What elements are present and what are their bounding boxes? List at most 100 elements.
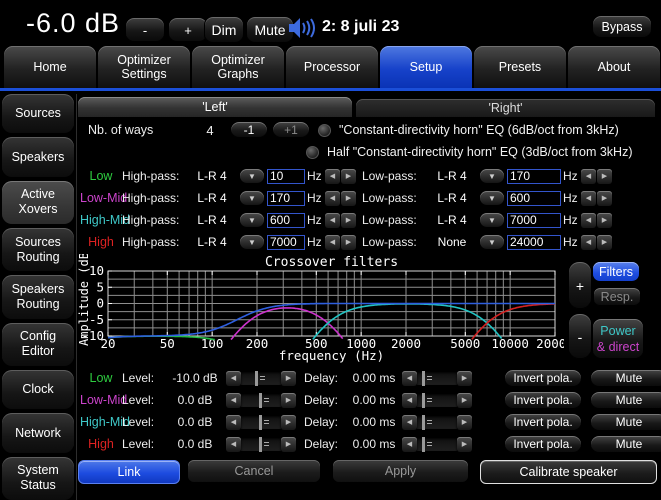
sidebar-item-speakers-routing[interactable]: Speakers Routing — [2, 275, 74, 318]
delay-slider-handle[interactable] — [422, 437, 425, 452]
volume-up-button[interactable]: + — [168, 17, 208, 43]
level-slider-handle[interactable] — [259, 415, 262, 430]
tab-about[interactable]: About — [568, 46, 660, 88]
delay-slider-up-button[interactable]: ▶ — [457, 415, 472, 430]
lp-type-dropdown[interactable]: ▼ — [480, 169, 504, 183]
level-slider-track[interactable] — [241, 393, 281, 407]
level-slider-down-button[interactable]: ◀ — [226, 437, 241, 452]
calibrate-speaker-button[interactable]: Calibrate speaker — [480, 460, 657, 484]
lp-type-dropdown[interactable]: ▼ — [480, 191, 504, 205]
delay-slider-track[interactable] — [417, 393, 457, 407]
delay-slider-up-button[interactable]: ▶ — [457, 393, 472, 408]
sidebar-item-network[interactable]: Network — [2, 413, 74, 452]
graph-view-resp-button[interactable]: Resp. — [593, 287, 641, 307]
hp-freq-down-button[interactable]: ◀ — [325, 235, 340, 250]
invert-polarity-button[interactable]: Invert pola. — [504, 435, 582, 454]
delay-slider-down-button[interactable]: ◀ — [402, 415, 417, 430]
delay-slider-track[interactable] — [417, 371, 457, 385]
hp-freq-input[interactable] — [267, 235, 305, 250]
level-slider-down-button[interactable]: ◀ — [226, 415, 241, 430]
cancel-button[interactable]: Cancel — [188, 460, 320, 482]
sidebar-item-sources-routing[interactable]: Sources Routing — [2, 228, 74, 271]
lp-type-dropdown[interactable]: ▼ — [480, 235, 504, 249]
hp-freq-down-button[interactable]: ◀ — [325, 213, 340, 228]
lp-freq-down-button[interactable]: ◀ — [581, 213, 596, 228]
band-mute-button[interactable]: Mute — [590, 369, 661, 388]
hp-freq-down-button[interactable]: ◀ — [325, 191, 340, 206]
lp-freq-up-button[interactable]: ▶ — [597, 235, 612, 250]
sidebar-item-active-xovers[interactable]: Active Xovers — [2, 181, 74, 224]
sidebar-item-sources[interactable]: Sources — [2, 94, 74, 133]
lp-freq-input[interactable] — [507, 213, 561, 228]
lp-freq-up-button[interactable]: ▶ — [597, 191, 612, 206]
mute-button[interactable]: Mute — [246, 16, 294, 44]
hp-freq-up-button[interactable]: ▶ — [341, 235, 356, 250]
delay-slider-handle[interactable] — [422, 393, 425, 408]
hp-freq-up-button[interactable]: ▶ — [341, 213, 356, 228]
volume-down-button[interactable]: - — [125, 17, 165, 43]
delay-slider-down-button[interactable]: ◀ — [402, 437, 417, 452]
delay-slider-up-button[interactable]: ▶ — [457, 371, 472, 386]
level-slider-up-button[interactable]: ▶ — [281, 393, 296, 408]
hp-type-dropdown[interactable]: ▼ — [240, 235, 264, 249]
sidebar-item-speakers[interactable]: Speakers — [2, 137, 74, 176]
lp-freq-down-button[interactable]: ◀ — [581, 169, 596, 184]
delay-slider-track[interactable] — [417, 437, 457, 451]
tab-processor[interactable]: Processor — [286, 46, 378, 88]
hp-freq-down-button[interactable]: ◀ — [325, 169, 340, 184]
invert-polarity-button[interactable]: Invert pola. — [504, 391, 582, 410]
level-slider-track[interactable] — [241, 371, 281, 385]
delay-slider-down-button[interactable]: ◀ — [402, 371, 417, 386]
sidebar-item-system-status[interactable]: System Status — [2, 457, 74, 500]
delay-slider-handle[interactable] — [422, 415, 425, 430]
link-button[interactable]: Link — [78, 460, 180, 484]
lp-freq-up-button[interactable]: ▶ — [597, 213, 612, 228]
bypass-button[interactable]: Bypass — [592, 15, 652, 39]
level-slider-handle[interactable] — [255, 371, 258, 386]
hp-freq-input[interactable] — [267, 169, 305, 184]
hp-type-dropdown[interactable]: ▼ — [240, 191, 264, 205]
lp-freq-input[interactable] — [507, 235, 561, 250]
lp-freq-input[interactable] — [507, 169, 561, 184]
invert-polarity-button[interactable]: Invert pola. — [504, 413, 582, 432]
tab-setup[interactable]: Setup — [380, 46, 472, 88]
lp-freq-down-button[interactable]: ◀ — [581, 191, 596, 206]
hp-freq-up-button[interactable]: ▶ — [341, 191, 356, 206]
delay-slider-track[interactable] — [417, 415, 457, 429]
graph-zoom-out-button[interactable]: - — [568, 313, 592, 360]
level-slider-track[interactable] — [241, 415, 281, 429]
tab-optimizer-settings[interactable]: Optimizer Settings — [98, 46, 190, 88]
channel-tab-right[interactable]: 'Right' — [356, 99, 655, 117]
graph-zoom-in-button[interactable]: + — [568, 261, 592, 310]
level-slider-up-button[interactable]: ▶ — [281, 371, 296, 386]
level-slider-track[interactable] — [241, 437, 281, 451]
hp-freq-input[interactable] — [267, 213, 305, 228]
hp-type-dropdown[interactable]: ▼ — [240, 169, 264, 183]
half-cd-horn-eq-radio[interactable] — [306, 146, 319, 159]
graph-view-filters-button[interactable]: Filters — [593, 262, 639, 281]
hp-freq-input[interactable] — [267, 191, 305, 206]
level-slider-up-button[interactable]: ▶ — [281, 415, 296, 430]
level-slider-up-button[interactable]: ▶ — [281, 437, 296, 452]
graph-view-power-direct-button[interactable]: Power & direct — [592, 318, 644, 360]
delay-slider-down-button[interactable]: ◀ — [402, 393, 417, 408]
tab-optimizer-graphs[interactable]: Optimizer Graphs — [192, 46, 284, 88]
sidebar-item-clock[interactable]: Clock — [2, 370, 74, 409]
cd-horn-eq-radio[interactable] — [318, 124, 331, 137]
channel-tab-left[interactable]: 'Left' — [78, 97, 352, 117]
lp-freq-up-button[interactable]: ▶ — [597, 169, 612, 184]
sidebar-item-config-editor[interactable]: Config Editor — [2, 323, 74, 366]
band-mute-button[interactable]: Mute — [590, 391, 661, 410]
level-slider-handle[interactable] — [259, 437, 262, 452]
ways-increment-button[interactable]: +1 — [272, 121, 310, 139]
invert-polarity-button[interactable]: Invert pola. — [504, 369, 582, 388]
apply-button[interactable]: Apply — [333, 460, 468, 482]
lp-type-dropdown[interactable]: ▼ — [480, 213, 504, 227]
tab-presets[interactable]: Presets — [474, 46, 566, 88]
level-slider-down-button[interactable]: ◀ — [226, 393, 241, 408]
level-slider-down-button[interactable]: ◀ — [226, 371, 241, 386]
lp-freq-input[interactable] — [507, 191, 561, 206]
lp-freq-down-button[interactable]: ◀ — [581, 235, 596, 250]
hp-freq-up-button[interactable]: ▶ — [341, 169, 356, 184]
hp-type-dropdown[interactable]: ▼ — [240, 213, 264, 227]
